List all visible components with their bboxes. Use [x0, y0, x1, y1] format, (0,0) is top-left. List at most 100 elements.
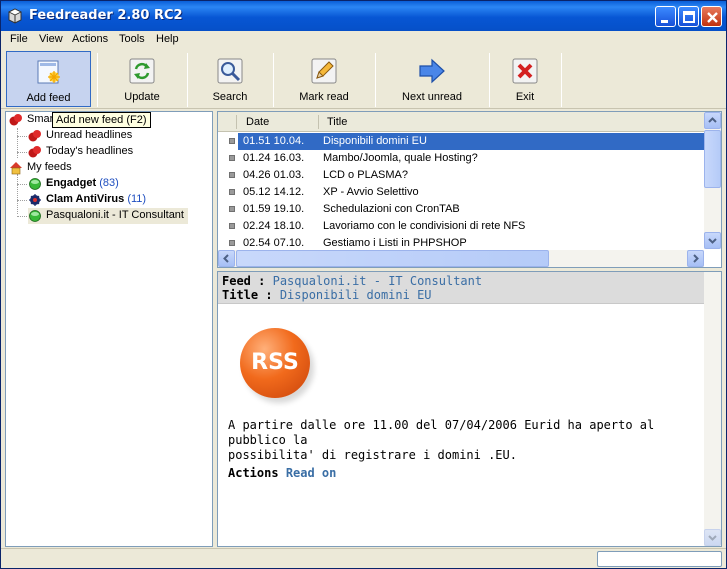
scroll-thumb[interactable] [704, 130, 721, 188]
close-button[interactable] [701, 6, 722, 27]
title-line: Title : Disponibili domini EU [222, 288, 432, 302]
toolbar-separator [97, 53, 98, 107]
tree-label: My feeds [27, 161, 72, 173]
read-status-icon [229, 223, 235, 229]
article-vscrollbar[interactable] [704, 272, 721, 546]
column-date[interactable]: Date [246, 116, 269, 128]
table-row[interactable]: 01.51 10.04. Disponibili domini EU [218, 133, 704, 150]
toolbar-separator [187, 53, 188, 107]
minimize-button[interactable] [655, 6, 676, 27]
article-header: Feed : Pasqualoni.it - IT Consultant Tit… [218, 272, 704, 304]
menu-help[interactable]: Help [156, 33, 179, 45]
menu-actions[interactable]: Actions [72, 33, 108, 45]
feed-tree[interactable]: Smar Unread headlines Today's headlines … [5, 111, 213, 547]
feed-globe-icon [29, 210, 41, 222]
arrow-right-icon [419, 58, 445, 84]
scroll-left-button[interactable] [218, 250, 235, 267]
row-title: Lavoriamo con le condivisioni di rete NF… [323, 220, 526, 232]
feed-line: Feed : Pasqualoni.it - IT Consultant [222, 274, 482, 288]
update-button[interactable]: Update [101, 51, 183, 107]
headline-list[interactable]: Date Title 01.51 10.04. Disponibili domin… [217, 111, 722, 268]
clam-count: (11) [127, 193, 147, 205]
row-title: Disponibili domini EU [323, 135, 427, 147]
search-label: Search [212, 91, 248, 103]
read-status-icon [229, 172, 235, 178]
row-date: 04.26 01.03. [243, 169, 305, 181]
menu-bar: File View Actions Tools Help [1, 31, 726, 49]
scroll-right-button[interactable] [687, 250, 704, 267]
app-window: Feedreader 2.80 RC2 File View Actions To… [0, 0, 727, 569]
maximize-button[interactable] [678, 6, 699, 27]
table-row[interactable]: 01.59 19.10. Schedulazioni con CronTAB [218, 201, 704, 218]
mark-read-button[interactable]: Mark read [277, 51, 371, 107]
search-button[interactable]: Search [191, 51, 269, 107]
rss-logo-text: RSS [251, 350, 299, 375]
minimize-icon [661, 20, 668, 23]
toolbar: Add feed Update Search Mark read Next un… [1, 49, 726, 109]
next-unread-label: Next unread [402, 91, 462, 103]
article-body: A partire dalle ore 11.00 del 07/04/2006… [228, 418, 698, 463]
menu-file[interactable]: File [10, 33, 28, 45]
add-feed-label: Add feed [26, 92, 71, 104]
list-hscrollbar[interactable] [218, 250, 704, 267]
next-unread-button[interactable]: Next unread [379, 51, 485, 107]
feed-value[interactable]: Pasqualoni.it - IT Consultant [273, 274, 483, 288]
article-actions: Actions Read on [228, 466, 336, 480]
tree-label-group: Engadget (83) [46, 177, 119, 189]
tree-line [17, 128, 18, 158]
article-pane: Feed : Pasqualoni.it - IT Consultant Tit… [217, 271, 722, 547]
row-date: 01.24 16.03. [243, 152, 305, 164]
list-vscrollbar[interactable] [704, 112, 721, 249]
app-icon [8, 8, 22, 24]
column-title[interactable]: Title [327, 116, 347, 128]
row-date: 01.51 10.04. [243, 135, 305, 147]
tree-line [17, 216, 27, 217]
add-feed-icon [37, 60, 60, 84]
toolbar-separator [375, 53, 376, 107]
tree-label: Smar [27, 113, 54, 125]
chevron-right-icon [693, 254, 699, 263]
body-line: A partire dalle ore 11.00 del 07/04/2006… [228, 418, 655, 447]
rss-logo: RSS [240, 328, 310, 398]
add-feed-button[interactable]: Add feed [6, 51, 91, 107]
smart-feeds-icon [9, 114, 22, 126]
hscroll-thumb[interactable] [236, 250, 549, 267]
scroll-down-button[interactable] [704, 529, 721, 546]
menu-view[interactable]: View [39, 33, 63, 45]
table-row[interactable]: 01.24 16.03. Mambo/Joomla, quale Hosting? [218, 150, 704, 167]
row-date: 01.59 19.10. [243, 203, 305, 215]
title-key: Title : [222, 288, 273, 302]
exit-icon [512, 58, 538, 84]
tree-label: Today's headlines [46, 145, 134, 157]
feed-key: Feed : [222, 274, 266, 288]
row-title: Gestiamo i Listi in PHPSHOP [323, 237, 467, 249]
scroll-up-button[interactable] [704, 112, 721, 129]
update-label: Update [124, 91, 160, 103]
scroll-down-button[interactable] [704, 232, 721, 249]
menu-tools[interactable]: Tools [119, 33, 145, 45]
title-value[interactable]: Disponibili domini EU [280, 288, 432, 302]
clam-icon [29, 194, 41, 206]
exit-button[interactable]: Exit [493, 51, 557, 107]
tree-item-pasqualoni[interactable]: Pasqualoni.it - IT Consultant [28, 208, 188, 224]
home-folder-icon [10, 162, 22, 175]
tree-line [17, 136, 27, 137]
read-status-icon [229, 189, 235, 195]
table-row[interactable]: 05.12 14.12. XP - Avvio Selettivo [218, 184, 704, 201]
table-row[interactable]: 04.26 01.03. LCD o PLASMA? [218, 167, 704, 184]
tree-label: Pasqualoni.it - IT Consultant [46, 209, 184, 221]
column-separator [318, 115, 319, 129]
read-on-link[interactable]: Read on [286, 466, 337, 480]
title-bar[interactable]: Feedreader 2.80 RC2 [1, 1, 726, 31]
row-date: 05.12 14.12. [243, 186, 305, 198]
tree-line [17, 174, 18, 214]
actions-label: Actions [228, 466, 279, 480]
feed-globe-icon [29, 178, 41, 190]
read-status-icon [229, 206, 235, 212]
window-title: Feedreader 2.80 RC2 [29, 8, 183, 23]
table-row[interactable]: 02.24 18.10. Lavoriamo con le condivision… [218, 218, 704, 235]
tree-label-group: Clam AntiVirus (11) [46, 193, 146, 205]
toolbar-separator [489, 53, 490, 107]
read-status-icon [229, 155, 235, 161]
search-icon [217, 58, 243, 84]
